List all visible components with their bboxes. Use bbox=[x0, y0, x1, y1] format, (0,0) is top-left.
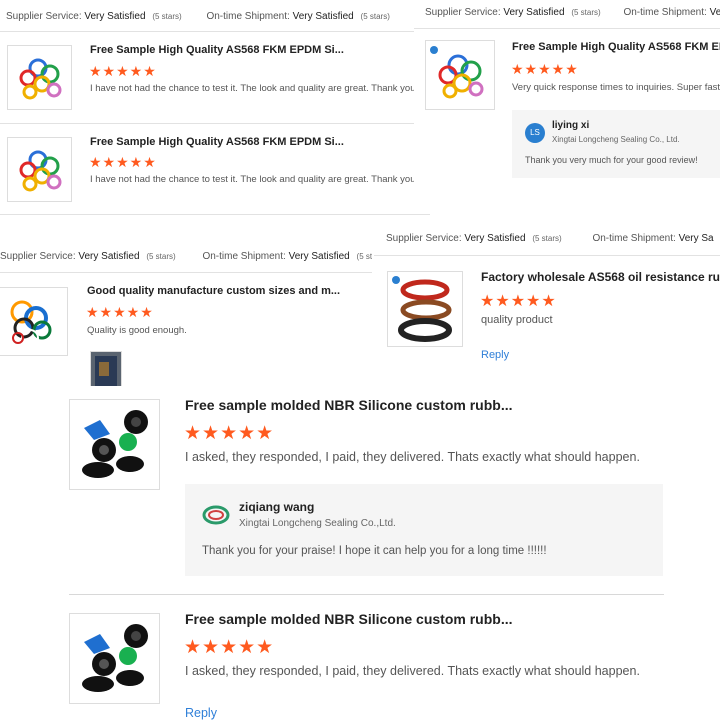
rating-stars: ★★★★★ bbox=[184, 423, 275, 444]
supplier-reply: LS liying xi Xingtai Longcheng Sealing C… bbox=[512, 110, 720, 178]
review-panel-b: Supplier Service: Very Satisfied (5 star… bbox=[414, 0, 720, 185]
reply-link[interactable]: Reply bbox=[481, 349, 509, 361]
reply-company: Xingtai Longcheng Sealing Co., Ltd. bbox=[552, 135, 680, 144]
product-title[interactable]: Free Sample High Quality AS568 FKM EPDM … bbox=[512, 41, 720, 53]
orings-image bbox=[430, 46, 484, 99]
product-thumbnail[interactable] bbox=[69, 613, 160, 704]
shipment-value: Very Satisfied bbox=[709, 7, 720, 18]
product-thumbnail[interactable] bbox=[387, 271, 463, 347]
orings-image bbox=[19, 58, 62, 100]
supplier-service-value: Very Satisfied bbox=[84, 11, 146, 22]
orings-image bbox=[10, 300, 52, 347]
photo-image bbox=[95, 356, 117, 386]
supplier-reply: ziqiang wang Xingtai Longcheng Sealing C… bbox=[185, 484, 663, 576]
review-panel-c: Supplier Service: Very Satisfied (5 star… bbox=[0, 235, 372, 395]
shipment-label: On-time Shipment: bbox=[623, 7, 707, 18]
supplier-service-label: Supplier Service: bbox=[6, 11, 82, 22]
company-logo-icon: LS bbox=[525, 123, 545, 143]
stars-count: (5 stars) bbox=[152, 12, 182, 21]
rating-stars: ★★★★★ bbox=[89, 63, 157, 79]
brand-badge-icon bbox=[392, 276, 400, 284]
reply-text: Thank you for your praise! I hope it can… bbox=[202, 545, 547, 557]
supplier-service-value: Very Satisfied bbox=[464, 233, 526, 244]
product-title[interactable]: Factory wholesale AS568 oil resistance r… bbox=[481, 270, 720, 284]
rubber-parts-image bbox=[82, 624, 148, 692]
rating-stars: ★★★★★ bbox=[184, 637, 275, 658]
supplier-service-label: Supplier Service: bbox=[425, 7, 501, 18]
rating-summary: Supplier Service: Very Satisfied (5 star… bbox=[425, 7, 720, 18]
reply-company: Xingtai Longcheng Sealing Co.,Ltd. bbox=[239, 518, 396, 529]
product-title[interactable]: Free Sample High Quality AS568 FKM EPDM … bbox=[90, 136, 344, 148]
review-photo[interactable] bbox=[90, 351, 122, 391]
rating-summary: Supplier Service: Very Satisfied (5 star… bbox=[386, 233, 714, 244]
divider bbox=[69, 594, 664, 595]
rating-stars: ★★★★★ bbox=[480, 293, 557, 310]
stars-count: (5 stars) bbox=[532, 234, 562, 243]
divider bbox=[0, 272, 372, 273]
orings-image bbox=[392, 276, 452, 342]
rating-summary: Supplier Service: Very Satisfied (5 star… bbox=[6, 11, 390, 22]
rating-stars: ★★★★★ bbox=[86, 304, 154, 320]
reply-author: liying xi bbox=[552, 120, 590, 131]
review-panel-d: Supplier Service: Very Satisfied (5 star… bbox=[374, 225, 720, 365]
shipment-label: On-time Shipment: bbox=[202, 251, 286, 262]
product-title[interactable]: Free sample molded NBR Silicone custom r… bbox=[185, 397, 513, 413]
review-text: Very quick response times to inquiries. … bbox=[512, 82, 720, 93]
product-title[interactable]: Free Sample High Quality AS568 FKM EPDM … bbox=[90, 44, 344, 56]
review-text: I asked, they responded, I paid, they de… bbox=[185, 450, 640, 464]
review-text: quality product bbox=[481, 314, 553, 326]
review-panel-e: Free sample molded NBR Silicone custom r… bbox=[60, 386, 720, 720]
rubber-parts-image bbox=[82, 410, 148, 478]
product-thumbnail[interactable] bbox=[69, 399, 160, 490]
orings-image bbox=[19, 150, 62, 192]
stars-count: (5 stars) bbox=[571, 8, 601, 17]
divider bbox=[414, 28, 720, 29]
supplier-service-label: Supplier Service: bbox=[0, 251, 76, 262]
reply-author: ziqiang wang bbox=[239, 500, 315, 514]
product-thumbnail[interactable] bbox=[0, 287, 68, 356]
stars-count: (5 stars) bbox=[356, 252, 372, 261]
divider bbox=[0, 31, 414, 32]
review-text: I have not had the chance to test it. Th… bbox=[90, 174, 430, 185]
shipment-value: Very Satisfied bbox=[288, 251, 350, 262]
rating-stars: ★★★★★ bbox=[89, 154, 157, 170]
shipment-label: On-time Shipment: bbox=[592, 233, 676, 244]
divider bbox=[0, 123, 414, 124]
shipment-value: Very Satisfied bbox=[292, 11, 354, 22]
product-title[interactable]: Free sample molded NBR Silicone custom r… bbox=[185, 611, 513, 627]
product-thumbnail[interactable] bbox=[7, 45, 72, 110]
shipment-label: On-time Shipment: bbox=[206, 11, 290, 22]
divider bbox=[374, 255, 720, 256]
product-title[interactable]: Good quality manufacture custom sizes an… bbox=[87, 285, 340, 297]
supplier-service-label: Supplier Service: bbox=[386, 233, 462, 244]
shipment-value: Very Sa bbox=[678, 233, 714, 244]
rating-stars: ★★★★★ bbox=[511, 61, 579, 77]
review-panel-a: Supplier Service: Very Satisfied (5 star… bbox=[0, 0, 430, 215]
brand-badge-icon bbox=[430, 46, 438, 54]
review-text: I have not had the chance to test it. Th… bbox=[90, 83, 430, 94]
stars-count: (5 stars) bbox=[146, 252, 176, 261]
reply-link[interactable]: Reply bbox=[185, 706, 217, 720]
review-text: I asked, they responded, I paid, they de… bbox=[185, 664, 640, 678]
supplier-service-value: Very Satisfied bbox=[503, 7, 565, 18]
stars-count: (5 stars) bbox=[360, 12, 390, 21]
review-text: Quality is good enough. bbox=[87, 325, 187, 336]
rating-summary: Supplier Service: Very Satisfied (5 star… bbox=[0, 251, 372, 262]
product-thumbnail[interactable] bbox=[425, 40, 495, 110]
divider bbox=[0, 214, 430, 215]
supplier-service-value: Very Satisfied bbox=[78, 251, 140, 262]
company-logo-icon bbox=[202, 505, 230, 525]
product-thumbnail[interactable] bbox=[7, 137, 72, 202]
reply-text: Thank you very much for your good review… bbox=[525, 155, 698, 165]
